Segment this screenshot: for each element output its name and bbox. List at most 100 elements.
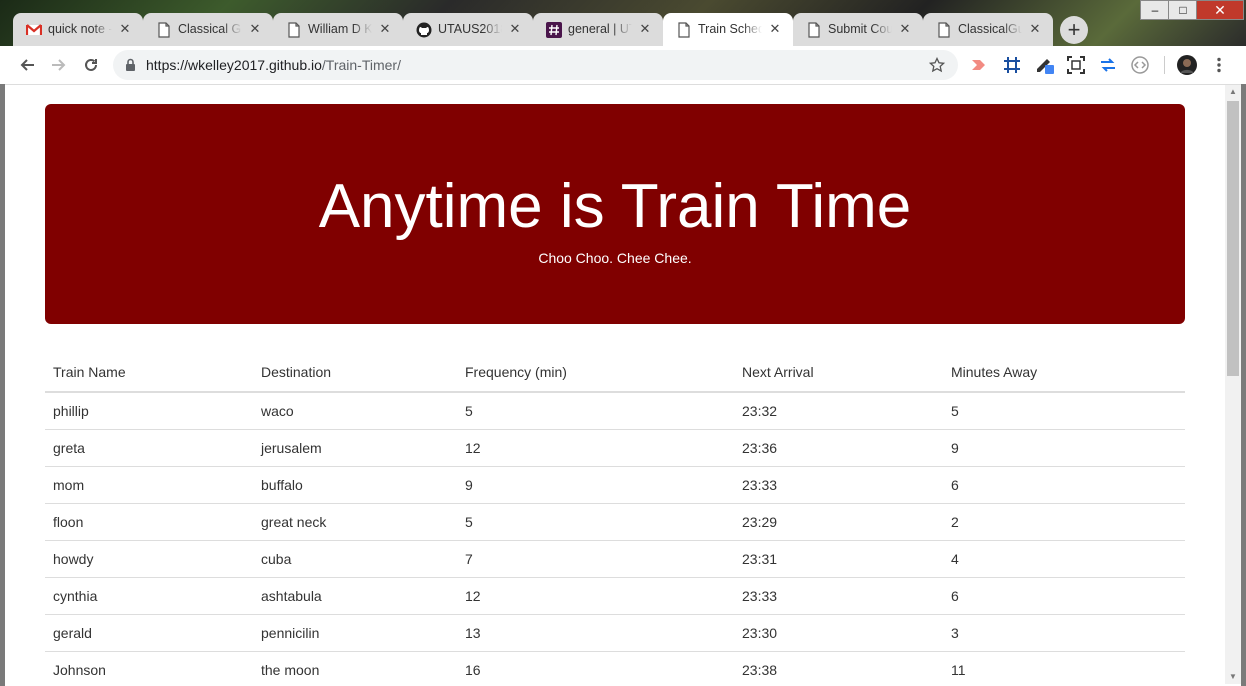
header-destination: Destination <box>253 353 457 393</box>
browser-menu-icon[interactable] <box>1208 54 1230 76</box>
tab-title: UTAUS2018 <box>438 22 502 36</box>
document-icon <box>676 22 692 38</box>
cell-minutes-away: 5 <box>943 391 1185 430</box>
cell-frequency: 9 <box>457 466 734 504</box>
cell-next-arrival: 23:31 <box>734 540 943 578</box>
screenshot-capture-icon[interactable] <box>1065 54 1087 76</box>
cell-frequency: 12 <box>457 429 734 467</box>
cell-train-name: phillip <box>45 391 253 430</box>
scroll-down-arrow-icon[interactable]: ▼ <box>1225 670 1241 684</box>
page-viewport: Anytime is Train Time Choo Choo. Chee Ch… <box>5 85 1225 684</box>
browser-tab[interactable]: quick note - ✕ <box>13 13 143 46</box>
cell-destination: ashtabula <box>253 577 457 615</box>
header-next-arrival: Next Arrival <box>734 353 943 393</box>
page-title: Anytime is Train Time <box>318 172 912 241</box>
cell-train-name: greta <box>45 429 253 467</box>
browser-tab[interactable]: Classical Gui ✕ <box>143 13 273 46</box>
cell-minutes-away: 9 <box>943 429 1185 467</box>
cell-minutes-away: 4 <box>943 540 1185 578</box>
cell-next-arrival: 23:29 <box>734 503 943 541</box>
github-icon <box>416 22 432 38</box>
browser-tab[interactable]: Train Schedu ✕ <box>663 13 793 46</box>
reload-icon <box>85 58 97 71</box>
table-body: phillip waco 5 23:32 5 greta jerusalem 12 23:36 9… <box>45 391 1185 684</box>
table-row: mom buffalo 9 23:33 6 <box>45 466 1185 504</box>
code-extension-icon[interactable] <box>1129 54 1151 76</box>
browser-toolbar: https://wkelley2017.github.io/Train-Time… <box>0 46 1246 85</box>
cell-destination: the moon <box>253 651 457 684</box>
reload-button[interactable] <box>80 54 102 76</box>
browser-tab[interactable]: UTAUS2018 ✕ <box>403 13 533 46</box>
back-button[interactable] <box>16 54 38 76</box>
document-icon <box>286 22 302 38</box>
cell-minutes-away: 3 <box>943 614 1185 652</box>
tab-title: general | UT <box>568 22 632 36</box>
table-row: howdy cuba 7 23:31 4 <box>45 540 1185 578</box>
url-host: https://wkelley2017.github.io <box>146 57 322 73</box>
train-schedule-table: Train Name Destination Frequency (min) N… <box>45 353 1185 684</box>
back-arrow-icon <box>20 59 34 71</box>
crop-grid-icon[interactable] <box>1001 54 1023 76</box>
browser-tab[interactable]: Submit Cou ✕ <box>793 13 923 46</box>
browser-tab[interactable]: ClassicalGui ✕ <box>923 13 1053 46</box>
cell-minutes-away: 2 <box>943 503 1185 541</box>
url-path: /Train-Timer/ <box>321 57 401 73</box>
document-icon <box>806 22 822 38</box>
browser-tab[interactable]: William D Ke ✕ <box>273 13 403 46</box>
tab-close-icon[interactable]: ✕ <box>897 21 913 37</box>
cell-frequency: 5 <box>457 391 734 430</box>
tab-close-icon[interactable]: ✕ <box>637 21 653 37</box>
tab-close-icon[interactable]: ✕ <box>767 21 783 37</box>
extension-arrow-icon[interactable] <box>968 54 990 76</box>
cell-frequency: 16 <box>457 651 734 684</box>
table-header-row: Train Name Destination Frequency (min) N… <box>45 353 1185 393</box>
tab-close-icon[interactable]: ✕ <box>1027 21 1043 37</box>
cell-minutes-away: 6 <box>943 577 1185 615</box>
tab-title: ClassicalGui <box>958 22 1022 36</box>
minimize-button[interactable]: – <box>1140 0 1170 20</box>
swap-arrows-icon[interactable] <box>1097 54 1119 76</box>
vertical-scrollbar[interactable]: ▲ ▼ <box>1225 85 1241 684</box>
document-icon <box>156 22 172 38</box>
scroll-up-arrow-icon[interactable]: ▲ <box>1225 85 1241 99</box>
new-tab-button[interactable]: + <box>1060 16 1088 44</box>
cell-train-name: mom <box>45 466 253 504</box>
tab-title: William D Ke <box>308 22 372 36</box>
tab-close-icon[interactable]: ✕ <box>117 21 133 37</box>
cell-frequency: 5 <box>457 503 734 541</box>
toolbar-divider <box>1164 56 1165 74</box>
cell-next-arrival: 23:33 <box>734 466 943 504</box>
slack-hash-icon <box>546 22 562 38</box>
forward-button[interactable] <box>48 54 70 76</box>
maximize-button[interactable]: □ <box>1168 0 1198 20</box>
color-picker-icon[interactable] <box>1034 54 1056 76</box>
profile-avatar[interactable] <box>1176 54 1198 76</box>
bookmark-star-icon[interactable] <box>929 57 945 73</box>
cell-train-name: howdy <box>45 540 253 578</box>
tab-title: quick note - <box>48 22 112 36</box>
cell-train-name: gerald <box>45 614 253 652</box>
header-train-name: Train Name <box>45 353 253 393</box>
tab-title: Submit Cou <box>828 22 892 36</box>
forward-arrow-icon <box>52 59 66 71</box>
page-subtitle: Choo Choo. Chee Chee. <box>538 250 692 266</box>
tab-title: Classical Gui <box>178 22 242 36</box>
cell-next-arrival: 23:33 <box>734 577 943 615</box>
tab-close-icon[interactable]: ✕ <box>507 21 523 37</box>
url-text: https://wkelley2017.github.io/Train-Time… <box>146 57 401 73</box>
cell-destination: great neck <box>253 503 457 541</box>
tab-close-icon[interactable]: ✕ <box>247 21 263 37</box>
cell-next-arrival: 23:30 <box>734 614 943 652</box>
cell-next-arrival: 23:36 <box>734 429 943 467</box>
tab-close-icon[interactable]: ✕ <box>377 21 393 37</box>
cell-next-arrival: 23:38 <box>734 651 943 684</box>
table-row: Johnson the moon 16 23:38 11 <box>45 651 1185 684</box>
scrollbar-thumb[interactable] <box>1227 101 1239 376</box>
window-close-button[interactable]: ✕ <box>1196 0 1244 20</box>
header-minutes-away: Minutes Away <box>943 353 1185 393</box>
cell-destination: cuba <box>253 540 457 578</box>
cell-frequency: 12 <box>457 577 734 615</box>
address-bar[interactable]: https://wkelley2017.github.io/Train-Time… <box>113 50 958 80</box>
header-frequency: Frequency (min) <box>457 353 734 393</box>
browser-tab[interactable]: general | UT ✕ <box>533 13 663 46</box>
